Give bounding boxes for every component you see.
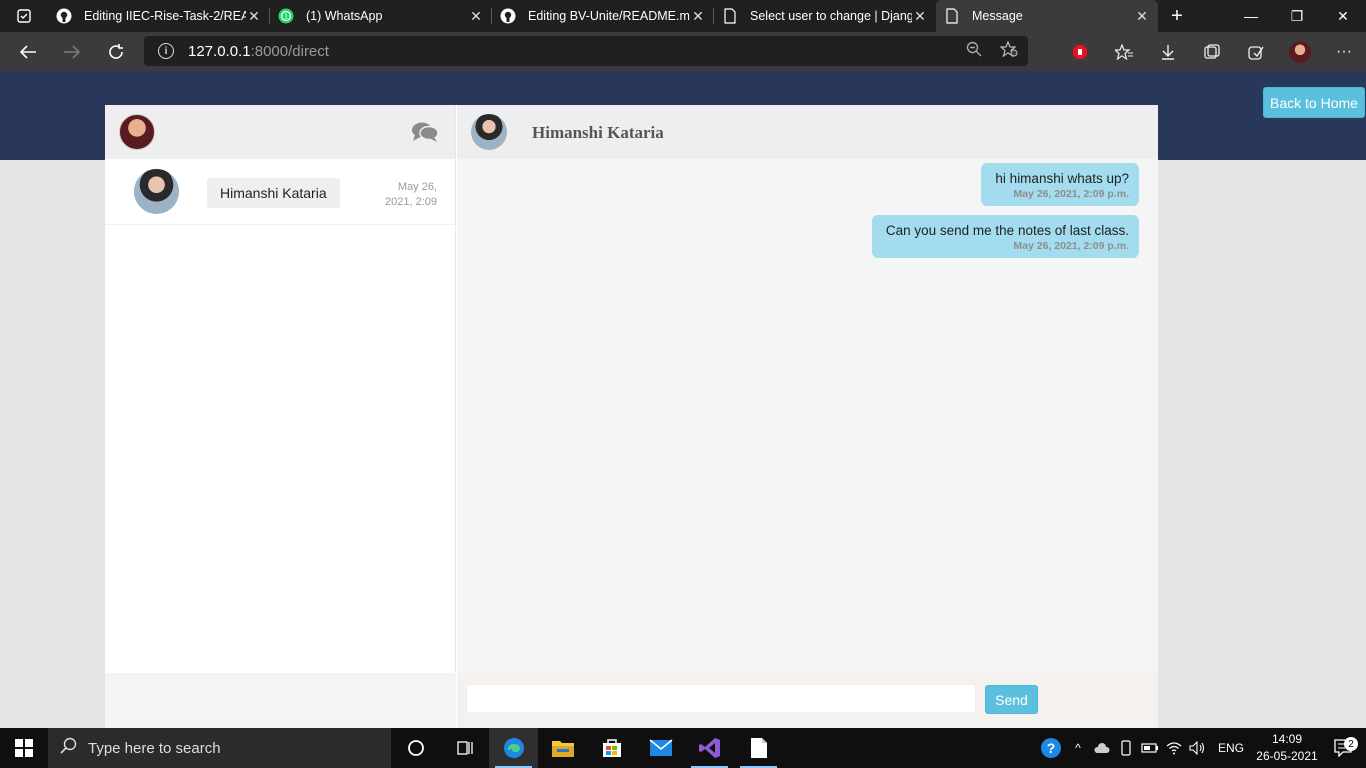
url-host: 127.0.0.1 <box>188 42 251 60</box>
tab-title: (1) WhatsApp <box>306 9 383 23</box>
browser-tab[interactable]: 1 (1) WhatsApp ✕ <box>270 0 492 32</box>
thread-list-header <box>105 105 455 159</box>
taskbar-search-box[interactable]: Type here to search <box>48 728 391 768</box>
zoom-icon[interactable] <box>966 41 982 62</box>
collections-icon[interactable] <box>1190 32 1234 71</box>
tab-actions-icon[interactable] <box>0 0 48 32</box>
thread-item[interactable]: Himanshi Kataria May 26, 2021, 2:09 <box>105 159 456 225</box>
refresh-icon[interactable] <box>94 32 138 71</box>
browser-tab[interactable]: Select user to change | Djang ✕ <box>714 0 936 32</box>
github-icon <box>500 8 516 24</box>
thread-timestamp: May 26, 2021, 2:09 <box>385 181 437 208</box>
message-bubble: Can you send me the notes of last class.… <box>871 215 1139 258</box>
system-tray: ? ^ ENG 14:09 26-05-2021 2 <box>1036 728 1366 768</box>
notification-count-badge: 2 <box>1344 737 1358 751</box>
svg-text:?: ? <box>1047 740 1056 756</box>
message-bubble: hi himanshi whats up? May 26, 2021, 2:09… <box>981 163 1139 206</box>
visual-studio-icon[interactable] <box>685 728 734 768</box>
thread-list-pane: Himanshi Kataria May 26, 2021, 2:09 <box>105 105 456 728</box>
tab-title: Select user to change | Djang <box>750 9 912 23</box>
thread-avatar <box>134 169 179 214</box>
help-icon[interactable]: ? <box>1036 737 1066 759</box>
close-icon[interactable]: ✕ <box>1134 8 1150 24</box>
message-text: Can you send me the notes of last class. <box>885 223 1129 238</box>
window-close-icon[interactable]: ✕ <box>1320 0 1366 32</box>
back-to-home-button[interactable]: Back to Home <box>1263 87 1365 118</box>
send-button[interactable]: Send <box>985 685 1038 714</box>
browser-tab[interactable]: Editing BV-Unite/README.md ✕ <box>492 0 714 32</box>
svg-text:1: 1 <box>284 14 288 21</box>
compose-bar: Send <box>457 673 1158 728</box>
url-path: :8000/direct <box>250 42 329 60</box>
forward-arrow-icon[interactable] <box>50 32 94 71</box>
address-bar[interactable]: i 127.0.0.1 :8000/direct <box>144 36 1028 66</box>
chat-partner-name: Himanshi Kataria <box>532 123 664 142</box>
thread-list-footer <box>105 673 456 728</box>
minimize-icon[interactable]: — <box>1228 0 1274 32</box>
browser-tab-strip: Editing IIEC-Rise-Task-2/READ ✕ 1 (1) Wh… <box>0 0 1366 32</box>
browser-tab[interactable]: Editing IIEC-Rise-Task-2/READ ✕ <box>48 0 270 32</box>
conversation-pane: Himanshi Kataria hi himanshi whats up? M… <box>457 105 1158 728</box>
new-tab-icon[interactable]: + <box>1158 0 1196 32</box>
chat-bubbles-icon[interactable] <box>411 121 439 143</box>
close-icon[interactable]: ✕ <box>690 8 706 24</box>
messenger-panel: Himanshi Kataria May 26, 2021, 2:09 Hima… <box>105 105 1158 728</box>
task-view-icon[interactable] <box>440 728 489 768</box>
chat-partner-avatar <box>471 114 507 150</box>
message-timestamp: May 26, 2021, 2:09 p.m. <box>1013 188 1129 200</box>
close-icon[interactable]: ✕ <box>246 8 262 24</box>
cortana-icon[interactable] <box>391 728 440 768</box>
conversation-header: Himanshi Kataria <box>457 105 1158 159</box>
browser-tab-active[interactable]: Message ✕ <box>936 0 1158 32</box>
window-controls: — ❐ ✕ <box>1228 0 1366 32</box>
restore-icon[interactable]: ❐ <box>1274 0 1320 32</box>
close-icon[interactable]: ✕ <box>912 8 928 24</box>
github-icon <box>56 8 72 24</box>
mail-icon[interactable] <box>636 728 685 768</box>
back-arrow-icon[interactable] <box>6 32 50 71</box>
input-language[interactable]: ENG <box>1218 741 1244 755</box>
web-page: Back to Home Himanshi Kataria May 26, 20… <box>0 71 1366 728</box>
page-icon <box>944 8 960 24</box>
search-icon <box>60 737 78 759</box>
close-icon[interactable]: ✕ <box>468 8 484 24</box>
onedrive-icon[interactable] <box>1090 742 1114 754</box>
extension-adblock-icon[interactable] <box>1058 32 1102 71</box>
profile-avatar[interactable] <box>1278 32 1322 71</box>
current-user-avatar[interactable] <box>119 114 155 150</box>
page-icon <box>722 8 738 24</box>
notification-center-icon[interactable]: 2 <box>1322 737 1366 757</box>
phone-link-icon[interactable] <box>1114 740 1138 756</box>
windows-start-icon[interactable] <box>0 728 48 768</box>
extension-icon[interactable] <box>1234 32 1278 71</box>
microsoft-store-icon[interactable] <box>587 728 636 768</box>
add-favorite-icon[interactable] <box>999 39 1018 62</box>
notepad-icon[interactable] <box>734 728 783 768</box>
site-info-icon[interactable]: i <box>158 43 174 59</box>
show-hidden-icons-chevron-icon[interactable]: ^ <box>1066 741 1090 755</box>
battery-icon[interactable] <box>1138 742 1162 754</box>
favorites-icon[interactable] <box>1102 32 1146 71</box>
tab-title: Editing IIEC-Rise-Task-2/READ <box>84 9 246 23</box>
clock-time: 14:09 <box>1271 732 1303 746</box>
clock-date: 26-05-2021 <box>1256 749 1318 763</box>
whatsapp-icon: 1 <box>278 8 294 24</box>
tab-title: Message <box>972 9 1023 23</box>
downloads-icon[interactable] <box>1146 32 1190 71</box>
browser-extensions: ··· <box>1058 32 1366 71</box>
taskbar-clock[interactable]: 14:09 26-05-2021 <box>1252 731 1322 765</box>
message-text: hi himanshi whats up? <box>995 171 1129 186</box>
file-explorer-icon[interactable] <box>538 728 587 768</box>
edge-browser-icon[interactable] <box>489 728 538 768</box>
volume-icon[interactable] <box>1186 741 1210 755</box>
search-placeholder: Type here to search <box>88 739 221 757</box>
more-options-icon[interactable]: ··· <box>1322 32 1366 71</box>
wifi-icon[interactable] <box>1162 741 1186 755</box>
message-timestamp: May 26, 2021, 2:09 p.m. <box>1013 240 1129 252</box>
browser-toolbar: i 127.0.0.1 :8000/direct ··· <box>0 32 1366 71</box>
tab-title: Editing BV-Unite/README.md <box>528 9 690 23</box>
windows-taskbar: Type here to search ? ^ ENG 14:09 26-05-… <box>0 728 1366 768</box>
message-input[interactable] <box>466 684 976 713</box>
thread-name: Himanshi Kataria <box>207 178 340 208</box>
